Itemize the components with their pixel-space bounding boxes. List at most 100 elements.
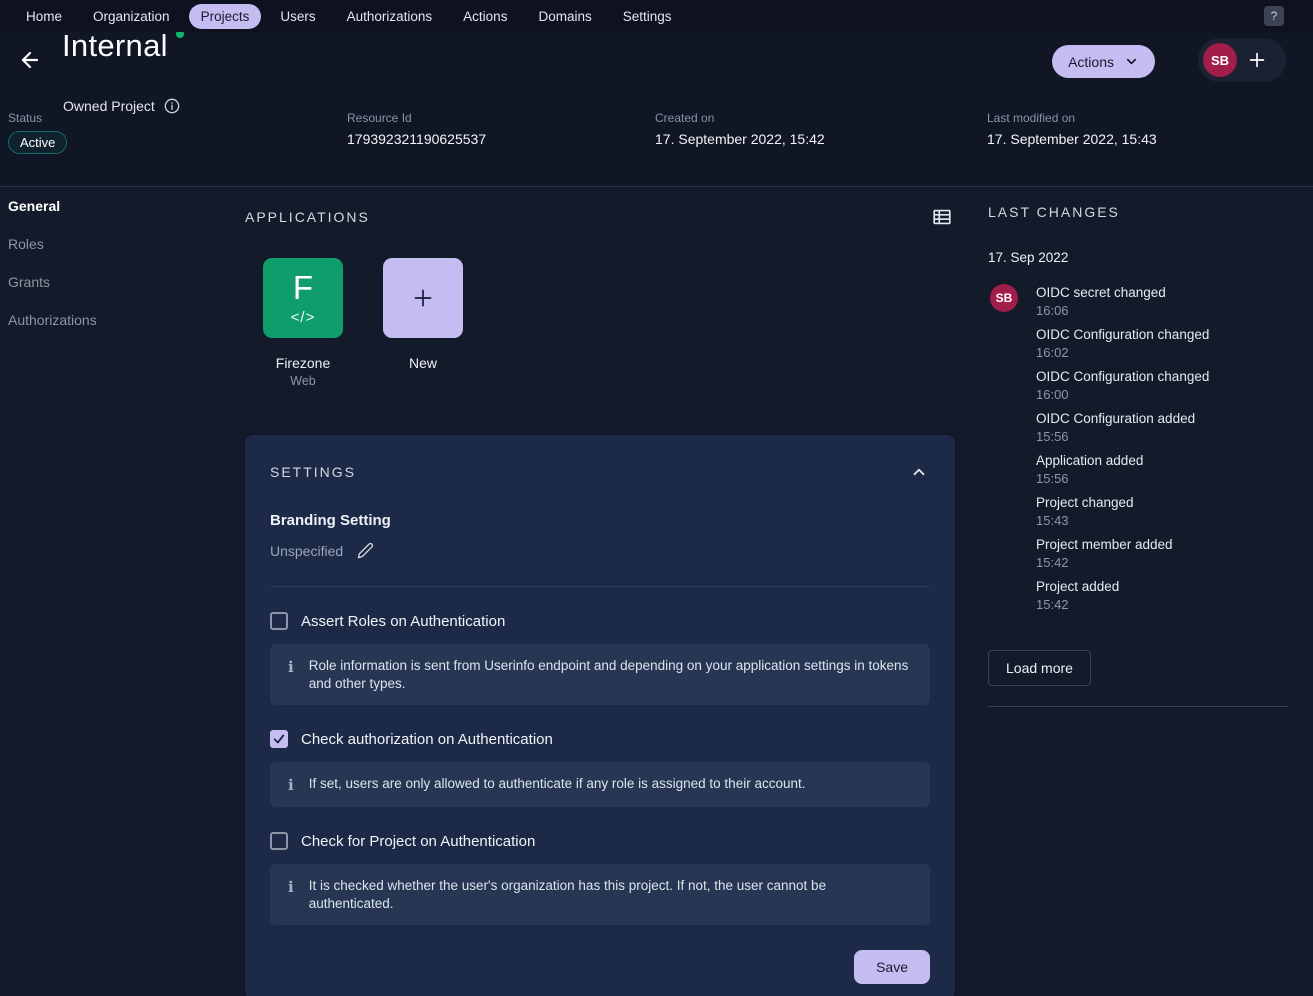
change-event[interactable]: Project added 15:42: [1036, 578, 1290, 613]
info-box-check-authorization: ℹ If set, users are only allowed to auth…: [270, 762, 930, 807]
new-application-label: New: [383, 355, 463, 371]
help-button[interactable]: ?: [1264, 6, 1284, 26]
meta-resource-id: Resource Id 179392321190625537: [347, 111, 486, 147]
back-button[interactable]: [16, 47, 44, 75]
nav-item-settings[interactable]: Settings: [611, 4, 684, 29]
actions-dropdown-button[interactable]: Actions: [1052, 45, 1155, 78]
applications-header: APPLICATIONS: [245, 187, 955, 230]
info-icon: ℹ: [288, 777, 294, 794]
application-tiles: F </> Firezone Web New: [263, 258, 955, 388]
created-on-value: 17. September 2022, 15:42: [655, 131, 825, 147]
resource-id-value: 179392321190625537: [347, 131, 486, 147]
nav-item-home[interactable]: Home: [14, 4, 74, 29]
meta-created: Created on 17. September 2022, 15:42: [655, 111, 825, 147]
save-row: Save: [270, 950, 930, 984]
last-changes-title: LAST CHANGES: [988, 187, 1290, 220]
sidebar-item-roles[interactable]: Roles: [0, 225, 238, 263]
event-time: 15:56: [1036, 429, 1290, 445]
section-side-menu: General Roles Grants Authorizations: [0, 187, 238, 339]
info-text: If set, users are only allowed to authen…: [309, 775, 806, 793]
info-box-assert-roles: ℹ Role information is sent from Userinfo…: [270, 644, 930, 705]
resource-id-label: Resource Id: [347, 111, 486, 125]
checkbox-row-assert-roles[interactable]: Assert Roles on Authentication: [270, 612, 930, 630]
event-title: OIDC Configuration changed: [1036, 368, 1290, 385]
change-event[interactable]: Project member added 15:42: [1036, 536, 1290, 571]
edit-branding-button[interactable]: [355, 540, 376, 561]
nav-item-projects[interactable]: Projects: [189, 4, 262, 29]
app-tile-firezone[interactable]: F </>: [263, 258, 343, 338]
change-event[interactable]: OIDC Configuration changed 16:02: [1036, 326, 1290, 361]
app-card-new: New: [383, 258, 463, 388]
event-title: Project added: [1036, 578, 1290, 595]
sidebar-item-general[interactable]: General: [0, 187, 238, 225]
checkbox-row-check-project[interactable]: Check for Project on Authentication: [270, 832, 930, 850]
change-event[interactable]: Project changed 15:43: [1036, 494, 1290, 529]
plus-icon: [410, 285, 436, 311]
info-text: It is checked whether the user's organiz…: [309, 877, 912, 912]
event-title: Project changed: [1036, 494, 1290, 511]
event-time: 16:06: [1036, 303, 1290, 319]
nav-item-actions[interactable]: Actions: [451, 4, 519, 29]
event-time: 15:56: [1036, 471, 1290, 487]
add-account-button[interactable]: [1244, 47, 1270, 73]
checkbox-label: Check for Project on Authentication: [301, 833, 535, 850]
collapse-button[interactable]: [908, 461, 930, 483]
meta-modified: Last modified on 17. September 2022, 15:…: [987, 111, 1157, 147]
status-badge: Active: [8, 131, 67, 154]
event-title: Application added: [1036, 452, 1290, 469]
settings-card: SETTINGS Branding Setting Unspecified As…: [245, 435, 955, 996]
divider: [988, 706, 1288, 707]
avatar[interactable]: SB: [1203, 43, 1237, 77]
change-event[interactable]: OIDC Configuration changed 16:00: [1036, 368, 1290, 403]
created-on-label: Created on: [655, 111, 825, 125]
event-time: 15:42: [1036, 597, 1290, 613]
nav-item-authorizations[interactable]: Authorizations: [335, 4, 445, 29]
last-modified-value: 17. September 2022, 15:43: [987, 131, 1157, 147]
checkbox-label: Assert Roles on Authentication: [301, 613, 505, 630]
avatar: SB: [990, 284, 1018, 312]
change-event[interactable]: Application added 15:56: [1036, 452, 1290, 487]
nav-item-users[interactable]: Users: [268, 4, 327, 29]
event-title: OIDC Configuration added: [1036, 410, 1290, 427]
divider: [270, 586, 930, 587]
nav-item-domains[interactable]: Domains: [526, 4, 603, 29]
checkbox-row-check-authorization[interactable]: Check authorization on Authentication: [270, 730, 930, 748]
change-event[interactable]: OIDC secret changed 16:06: [1036, 284, 1290, 319]
check-icon: [272, 732, 286, 746]
info-text: Role information is sent from Userinfo e…: [309, 657, 912, 692]
subtitle-row: Owned Project: [63, 98, 180, 114]
list-view-button[interactable]: [929, 204, 955, 230]
settings-title: SETTINGS: [270, 464, 356, 480]
new-application-button[interactable]: [383, 258, 463, 338]
table-view-icon: [931, 206, 953, 228]
event-time: 15:43: [1036, 513, 1290, 529]
page-title: Internal: [62, 26, 168, 66]
chevron-up-icon: [910, 463, 928, 481]
nav-item-organization[interactable]: Organization: [81, 4, 182, 29]
event-time: 16:02: [1036, 345, 1290, 361]
arrow-left-icon: [18, 48, 42, 72]
pencil-icon: [357, 542, 374, 559]
app-card-firezone: F </> Firezone Web: [263, 258, 343, 388]
info-circle-icon[interactable]: [164, 98, 180, 114]
event-time: 16:00: [1036, 387, 1290, 403]
applications-title: APPLICATIONS: [245, 209, 370, 225]
app-type: Web: [263, 374, 343, 388]
info-box-check-project: ℹ It is checked whether the user's organ…: [270, 864, 930, 925]
event-time: 15:42: [1036, 555, 1290, 571]
change-event[interactable]: OIDC Configuration added 15:56: [1036, 410, 1290, 445]
meta-status: Status Active: [8, 111, 67, 154]
branding-setting-value: Unspecified: [270, 543, 343, 559]
plus-icon: [1246, 49, 1268, 71]
branding-setting-title: Branding Setting: [270, 512, 930, 529]
branding-setting-row: Unspecified: [270, 540, 930, 561]
checkbox-assert-roles[interactable]: [270, 612, 288, 630]
save-button[interactable]: Save: [854, 950, 930, 984]
top-nav: Home Organization Projects Users Authori…: [0, 0, 1313, 32]
sidebar-item-grants[interactable]: Grants: [0, 263, 238, 301]
load-more-button[interactable]: Load more: [988, 650, 1091, 686]
checkbox-check-authorization[interactable]: [270, 730, 288, 748]
checkbox-check-project[interactable]: [270, 832, 288, 850]
account-pill[interactable]: SB: [1198, 38, 1286, 82]
sidebar-item-authorizations[interactable]: Authorizations: [0, 301, 238, 339]
